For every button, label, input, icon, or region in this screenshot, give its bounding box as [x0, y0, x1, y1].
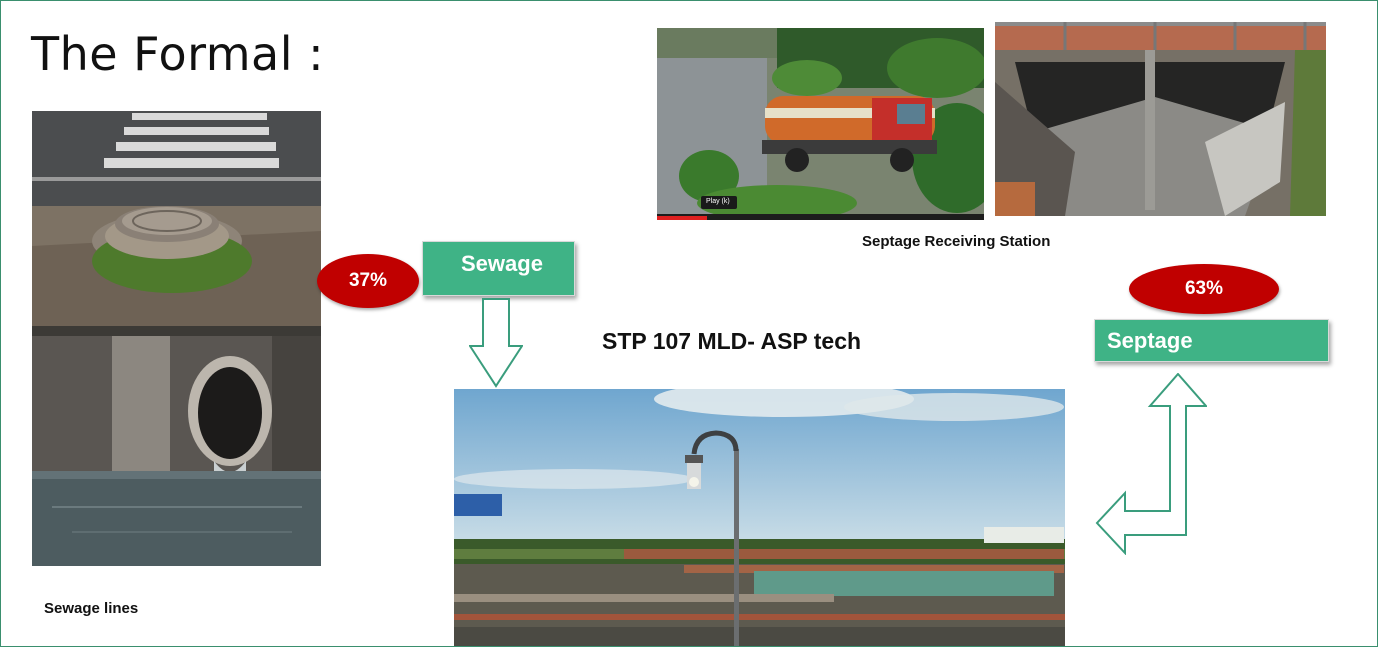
- septage-percent-badge: 63%: [1129, 264, 1279, 314]
- sewage-percent-badge: 37%: [317, 254, 419, 308]
- sewage-lines-caption: Sewage lines: [44, 600, 139, 617]
- sewage-label-box: Sewage: [422, 241, 575, 296]
- hollow-bent-arrow-icon: [1095, 373, 1207, 555]
- video-play-label: Play (k): [706, 198, 730, 205]
- slide-title: The Formal :: [31, 27, 325, 81]
- septage-receiving-station-caption: Septage Receiving Station: [862, 233, 1051, 250]
- stp-label: STP 107 MLD- ASP tech: [602, 328, 862, 354]
- sewage-label: Sewage: [461, 251, 543, 276]
- septage-receiving-station-photo: [995, 22, 1326, 216]
- slide: The Formal : Sewage lines 37% Sewage STP…: [0, 0, 1378, 647]
- septage-label: Septage: [1107, 327, 1193, 353]
- septage-label-box: Septage: [1094, 319, 1329, 362]
- stp-plant-photo: [454, 389, 1065, 646]
- sewage-lines-photo: [32, 111, 321, 566]
- septage-tanker-photo: Play (k): [657, 28, 984, 220]
- hollow-down-arrow-icon: [469, 298, 523, 388]
